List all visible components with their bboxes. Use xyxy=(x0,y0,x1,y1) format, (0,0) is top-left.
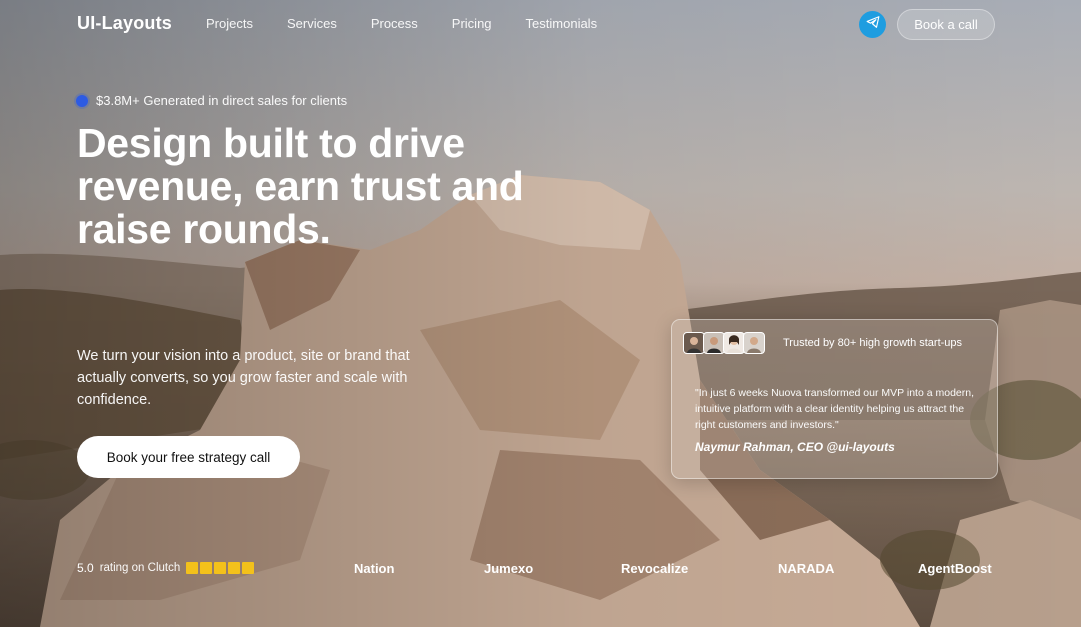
brand-logo-jumexo: Jumexo xyxy=(484,561,534,576)
brand-logo-agentboost: AgentBoost xyxy=(918,561,992,576)
testimonial-quote: "In just 6 weeks Nuova transformed our M… xyxy=(695,387,974,431)
rating-label: rating on Clutch xyxy=(99,562,181,574)
hero-subtext: We turn your vision into a product, site… xyxy=(77,348,410,408)
nav-link-projects[interactable]: Projects xyxy=(206,16,253,31)
rating-stars xyxy=(186,562,255,574)
top-navigation: UI-Layouts Projects Services Process Pri… xyxy=(0,0,1081,48)
brand-logo-nation: Nation xyxy=(354,561,395,576)
avatar xyxy=(683,332,705,354)
star-icon xyxy=(228,562,241,574)
book-a-call-button[interactable]: Book a call xyxy=(897,9,995,40)
logo[interactable]: UI-Layouts xyxy=(77,13,172,34)
brand-logo-revocalize: Revocalize xyxy=(621,561,689,576)
star-icon xyxy=(214,562,227,574)
nav-link-services[interactable]: Services xyxy=(287,16,337,31)
star-icon xyxy=(200,562,213,574)
avatar xyxy=(743,332,765,354)
avatar xyxy=(723,332,745,354)
nav-link-testimonials[interactable]: Testimonials xyxy=(526,16,598,31)
nav-links: Projects Services Process Pricing Testim… xyxy=(206,16,631,31)
trusted-by-text: Trusted by 80+ high growth start-ups xyxy=(783,337,963,349)
telegram-button[interactable] xyxy=(859,11,886,38)
clutch-rating: 5.0 rating on Clutch xyxy=(77,561,255,575)
nav-link-process[interactable]: Process xyxy=(371,16,418,31)
avatar xyxy=(703,332,725,354)
nav-link-pricing[interactable]: Pricing xyxy=(452,16,492,31)
star-icon xyxy=(186,562,199,574)
star-icon xyxy=(242,562,255,574)
paper-plane-icon xyxy=(866,15,880,34)
strategy-call-button[interactable]: Book your free strategy call xyxy=(77,436,300,478)
sales-badge: $3.8M+ Generated in direct sales for cli… xyxy=(76,93,347,108)
blue-dot-icon xyxy=(76,94,88,107)
testimonial-author: Naymur Rahman, CEO @ui-layouts xyxy=(695,440,895,454)
badge-text: $3.8M+ Generated in direct sales for cli… xyxy=(96,93,348,108)
rating-value: 5.0 xyxy=(77,561,94,575)
testimonial-card: Trusted by 80+ high growth start-ups "In… xyxy=(671,319,998,479)
hero-headline: Design built to drive revenue, earn trus… xyxy=(77,120,524,252)
brand-logo-narada: NARADA xyxy=(778,561,835,576)
avatar-group xyxy=(683,332,765,354)
